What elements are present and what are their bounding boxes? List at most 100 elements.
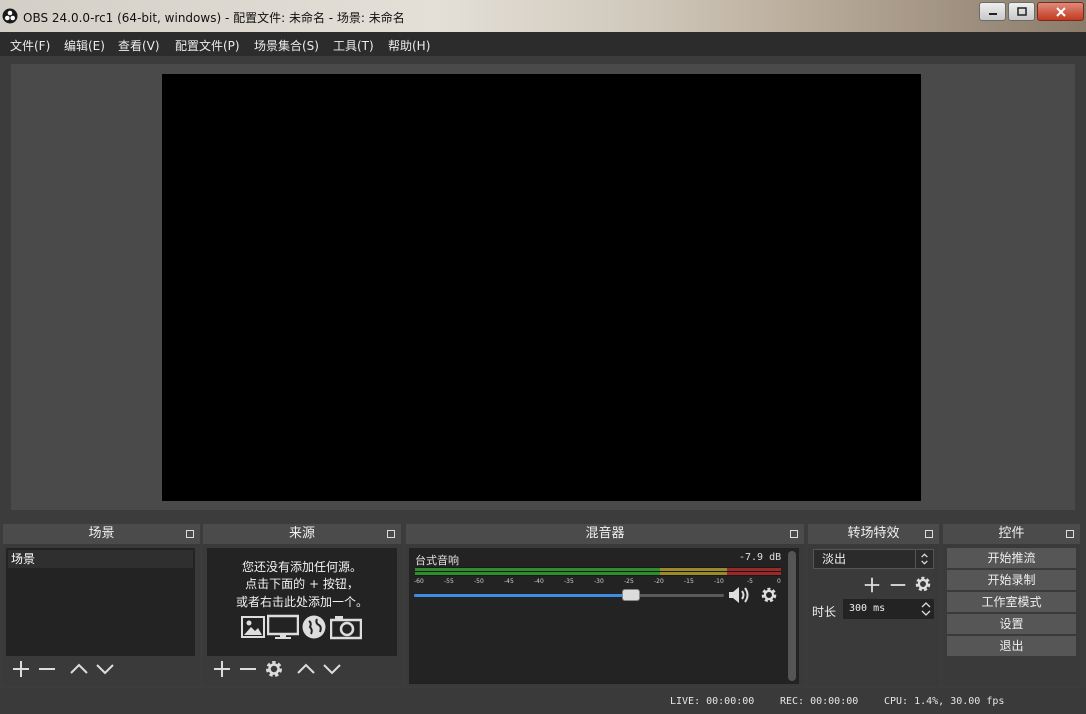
sources-dock-title: 来源	[203, 524, 401, 544]
sources-empty-line1: 您还没有添加任何源。	[241, 560, 362, 574]
dock-float-icon[interactable]	[790, 530, 798, 538]
minus-icon[interactable]	[888, 575, 908, 595]
exit-button[interactable]: 退出	[947, 636, 1076, 656]
minus-icon[interactable]	[36, 658, 58, 680]
transition-selected: 淡出	[822, 552, 847, 566]
volume-meter	[415, 567, 781, 576]
source-toolbar	[207, 656, 397, 684]
scenes-title: 场景	[88, 526, 115, 541]
menu-profile[interactable]: 配置文件(P)	[175, 37, 240, 54]
meter-yellow-2	[660, 572, 727, 575]
menu-file[interactable]: 文件(F)	[10, 37, 50, 54]
transitions-title: 转场特效	[847, 526, 900, 541]
meter-tick: -15	[684, 578, 694, 585]
maximize-button[interactable]	[1008, 2, 1035, 21]
transitions-dock-title: 转场特效	[808, 524, 939, 544]
display-icon	[267, 614, 299, 639]
meter-tick: 0	[777, 578, 781, 585]
start-recording-button[interactable]: 开始录制	[947, 570, 1076, 590]
controls-title: 控件	[998, 526, 1025, 541]
down-icon[interactable]	[94, 658, 116, 680]
meter-red-2	[727, 572, 781, 575]
maximize-icon	[1016, 6, 1027, 16]
meter-tick: -40	[534, 578, 544, 585]
gear-icon[interactable]	[263, 658, 285, 680]
volume-fader-fill	[414, 594, 631, 597]
dock-float-icon[interactable]	[925, 530, 933, 538]
scene-toolbar	[6, 656, 195, 684]
duration-label: 时长	[812, 605, 837, 619]
scene-list[interactable]: 场景	[6, 548, 195, 656]
meter-green	[415, 568, 660, 571]
gear-icon[interactable]	[759, 585, 779, 605]
image-icon	[241, 616, 265, 638]
window-title: OBS 24.0.0-rc1 (64-bit, windows) - 配置文件:…	[23, 11, 405, 25]
scene-list-item[interactable]: 场景	[8, 550, 193, 568]
transition-select[interactable]: 淡出	[813, 549, 934, 569]
controls-dock-title: 控件	[943, 524, 1080, 544]
meter-tick: -55	[444, 578, 454, 585]
speaker-icon[interactable]	[727, 584, 753, 606]
meter-tick: -60	[414, 578, 424, 585]
cpu-fps: CPU: 1.4%, 30.00 fps	[884, 696, 1005, 707]
up-icon[interactable]	[68, 658, 90, 680]
meter-tick: -20	[654, 578, 664, 585]
mixer-panel: 台式音响 -7.9 dB -60 -55 -50 -45 -40 -35 -30…	[409, 548, 799, 684]
meter-tick: -30	[594, 578, 604, 585]
plus-icon[interactable]	[10, 658, 32, 680]
settings-button[interactable]: 设置	[947, 614, 1076, 634]
studio-mode-button[interactable]: 工作室模式	[947, 592, 1076, 612]
sources-empty-line2: 点击下面的 + 按钮，	[245, 577, 359, 591]
mixer-channel-name: 台式音响	[415, 554, 459, 567]
meter-green-2	[415, 572, 660, 575]
menu-tools[interactable]: 工具(T)	[333, 37, 374, 54]
preview-canvas[interactable]	[162, 74, 921, 501]
plus-icon[interactable]	[211, 658, 233, 680]
gear-icon[interactable]	[913, 574, 933, 594]
meter-tick: -45	[504, 578, 514, 585]
menu-scene-collection[interactable]: 场景集合(S)	[254, 37, 319, 54]
dock-float-icon[interactable]	[186, 530, 194, 538]
window-controls	[979, 2, 1086, 22]
live-time: LIVE: 00:00:00	[670, 696, 755, 707]
minimize-button[interactable]	[979, 2, 1006, 21]
meter-tick: -25	[624, 578, 634, 585]
plus-icon[interactable]	[862, 575, 882, 595]
chevron-updown-icon	[915, 550, 928, 568]
minimize-icon	[988, 12, 997, 15]
menu-view[interactable]: 查看(V)	[118, 37, 160, 54]
rec-time: REC: 00:00:00	[780, 696, 859, 707]
menu-bar: 文件(F) 编辑(E) 查看(V) 配置文件(P) 场景集合(S) 工具(T) …	[0, 32, 1086, 56]
status-bar: LIVE: 00:00:00 REC: 00:00:00 CPU: 1.4%, …	[0, 688, 1086, 714]
menu-edit[interactable]: 编辑(E)	[64, 37, 105, 54]
meter-tick: -35	[564, 578, 574, 585]
meter-yellow	[660, 568, 727, 571]
close-button[interactable]	[1037, 2, 1084, 21]
meter-red	[727, 568, 781, 571]
title-bar: OBS 24.0.0-rc1 (64-bit, windows) - 配置文件:…	[0, 0, 1086, 32]
volume-fader[interactable]	[414, 589, 724, 601]
minus-icon[interactable]	[237, 658, 259, 680]
mixer-scrollbar[interactable]	[788, 551, 796, 681]
up-icon[interactable]	[295, 658, 317, 680]
close-icon	[1055, 6, 1066, 17]
meter-tick: -50	[474, 578, 484, 585]
duration-value: 300 ms	[849, 603, 886, 614]
obs-window: OBS 24.0.0-rc1 (64-bit, windows) - 配置文件:…	[0, 0, 1086, 714]
meter-tick: -10	[714, 578, 724, 585]
mixer-dock-title: 混音器	[406, 524, 804, 544]
mixer-title: 混音器	[585, 526, 625, 541]
duration-spin-icon[interactable]	[918, 599, 934, 619]
source-list[interactable]: 您还没有添加任何源。 点击下面的 + 按钮， 或者右击此处添加一个。	[207, 548, 397, 656]
scenes-dock-title: 场景	[3, 524, 200, 544]
globe-icon	[302, 615, 326, 639]
down-icon[interactable]	[321, 658, 343, 680]
dock-float-icon[interactable]	[387, 530, 395, 538]
volume-fader-handle[interactable]	[622, 589, 640, 601]
start-streaming-button[interactable]: 开始推流	[947, 548, 1076, 568]
dock-float-icon[interactable]	[1066, 530, 1074, 538]
sources-title: 来源	[288, 526, 315, 541]
obs-logo-icon	[2, 8, 18, 24]
camera-icon	[330, 616, 362, 640]
menu-help[interactable]: 帮助(H)	[388, 37, 430, 54]
